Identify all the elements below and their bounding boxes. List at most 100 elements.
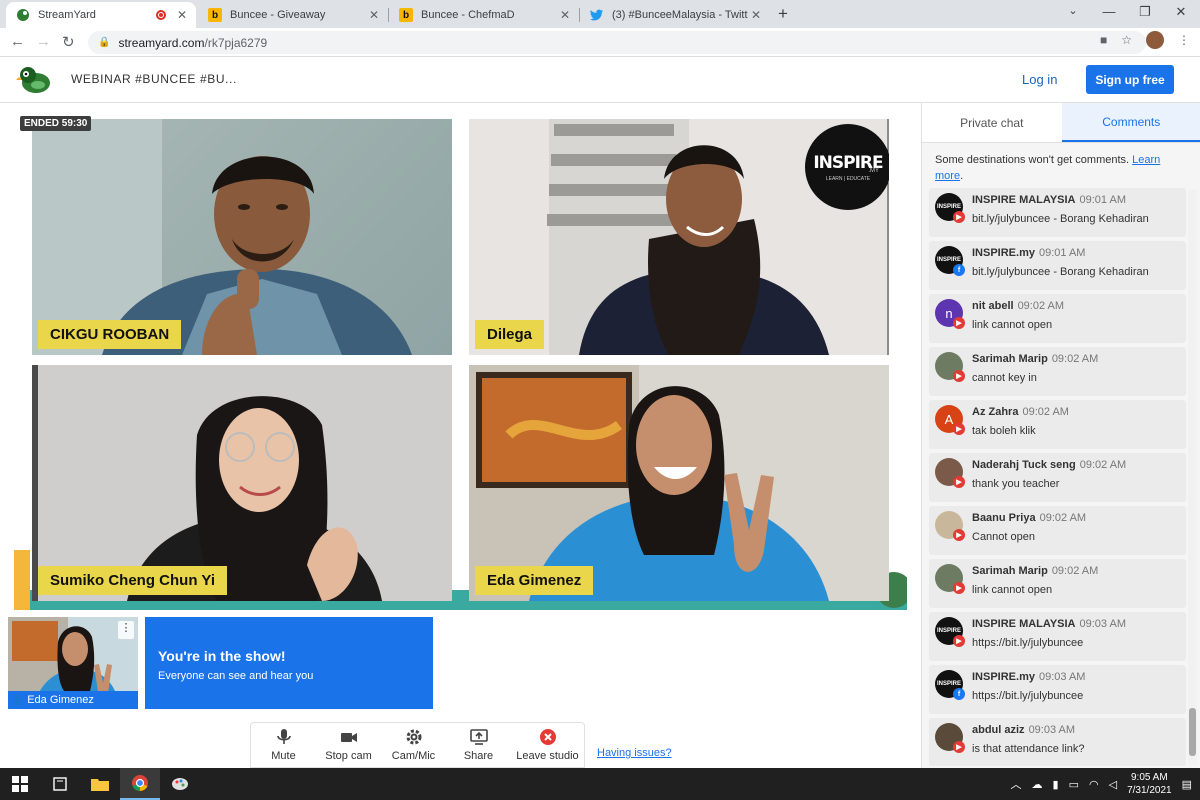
close-icon[interactable]: ✕ xyxy=(557,8,573,22)
system-clock[interactable]: 9:05 AM 7/31/2021 xyxy=(1127,771,1172,797)
comments-notice: Some destinations won't get comments. Le… xyxy=(935,152,1180,184)
comment-header: nit abell 09:02 AM xyxy=(972,300,1064,312)
file-explorer-icon[interactable] xyxy=(80,768,120,800)
tab-private-chat[interactable]: Private chat xyxy=(922,103,1062,142)
login-link[interactable]: Log in xyxy=(1022,72,1057,87)
browser-tab-twitter[interactable]: (3) #BunceeMalaysia - Twitter Se ✕ xyxy=(580,2,770,28)
new-tab-icon[interactable]: + xyxy=(778,4,788,24)
scrollbar-thumb[interactable] xyxy=(1189,708,1196,756)
ended-timer-badge: ENDED 59:30 xyxy=(20,116,92,131)
video-tile-dilega[interactable]: INSPIRE LEARN | EDUCATE .MY Dilega xyxy=(469,119,889,355)
leave-studio-button[interactable]: Leave studio xyxy=(512,728,584,762)
comment-author: nit abell xyxy=(972,300,1014,312)
tab-label: Buncee - ChefmaD xyxy=(421,9,515,21)
windows-start-icon[interactable] xyxy=(0,768,40,800)
tab-search-icon[interactable]: ⌄ xyxy=(1058,4,1088,17)
chrome-icon[interactable] xyxy=(120,768,160,800)
profile-avatar[interactable] xyxy=(1146,31,1164,49)
comment-header: Naderahj Tuck seng 09:02 AM xyxy=(972,459,1126,471)
comment-text: link cannot open xyxy=(972,584,1053,596)
comment-time: 09:02 AM xyxy=(1022,406,1069,418)
comment-author: Sarimah Marip xyxy=(972,353,1048,365)
comment-time: 09:03 AM xyxy=(1028,724,1076,736)
share-button[interactable]: Share xyxy=(447,728,511,762)
battery-icon[interactable]: ▭ xyxy=(1069,778,1079,791)
video-tile-eda[interactable]: Eda Gimenez xyxy=(469,365,889,601)
comment-text: link cannot open xyxy=(972,319,1053,331)
comment-author: Az Zahra xyxy=(972,406,1019,418)
chat-panel: Private chat Comments Some destinations … xyxy=(921,103,1200,768)
self-view-tile[interactable]: ⋮ 👤 Eda Gimenez xyxy=(8,617,138,709)
comment-item: A ▶ Az Zahra 09:02 AM tak boleh klik xyxy=(929,400,1186,449)
comment-time: 09:01 AM xyxy=(1079,194,1126,206)
browser-tab-buncee-chefmad[interactable]: b Buncee - ChefmaD ✕ xyxy=(389,2,579,28)
mute-button[interactable]: Mute xyxy=(252,728,316,762)
tab-comments[interactable]: Comments xyxy=(1061,103,1200,142)
youtube-icon: ▶ xyxy=(953,317,965,329)
close-icon[interactable]: ✕ xyxy=(174,8,190,22)
close-icon[interactable]: ✕ xyxy=(748,8,764,22)
camera-icon[interactable]: ■ xyxy=(1100,33,1107,47)
comment-time: 09:02 AM xyxy=(1039,512,1087,524)
comment-item: ▶ Sarimah Marip 09:02 AM link cannot open xyxy=(929,559,1186,608)
cam-mic-settings-button[interactable]: Cam/Mic xyxy=(382,728,446,762)
share-label: Share xyxy=(463,750,494,762)
tab-label: StreamYard xyxy=(38,9,96,21)
comment-header: Az Zahra 09:02 AM xyxy=(972,406,1069,418)
usb-icon[interactable]: ▮ xyxy=(1053,778,1059,791)
in-show-subtitle: Everyone can see and hear you xyxy=(158,670,314,682)
video-tile-cikgu-rooban[interactable]: CIKGU ROOBAN xyxy=(32,119,452,355)
recording-icon xyxy=(156,10,166,20)
comment-header: INSPIRE.my 09:01 AM xyxy=(972,247,1085,259)
comments-scrollbar[interactable] xyxy=(1188,190,1197,765)
close-icon[interactable]: ✕ xyxy=(366,8,382,22)
comment-time: 09:03 AM xyxy=(1079,618,1126,630)
comment-item: ▶ Baanu Priya 09:02 AM Cannot open xyxy=(929,506,1186,555)
comment-time: 09:02 AM xyxy=(1051,565,1099,577)
inspire-logo-sub: LEARN | EDUCATE xyxy=(825,175,871,182)
clock-time: 9:05 AM xyxy=(1130,772,1168,783)
buncee-icon: b xyxy=(399,8,413,22)
menu-icon[interactable]: ⋮ xyxy=(1178,33,1190,47)
system-tray: ︿ ☁ ▮ ▭ ◠ ◁ 9:05 AM 7/31/2021 ▤ xyxy=(1011,768,1192,800)
youtube-icon: ▶ xyxy=(953,211,965,223)
comment-text: cannot key in xyxy=(972,372,1037,384)
youtube-icon: ▶ xyxy=(953,370,965,382)
comment-text: bit.ly/julybuncee - Borang Kehadiran xyxy=(972,266,1149,278)
buncee-icon: b xyxy=(208,8,222,22)
browser-tab-buncee-giveaway[interactable]: b Buncee - Giveaway ✕ xyxy=(198,2,388,28)
comment-time: 09:02 AM xyxy=(1051,353,1099,365)
window-close-icon[interactable]: ✕ xyxy=(1166,4,1196,20)
volume-icon[interactable]: ◁ xyxy=(1109,778,1117,791)
browser-tab-streamyard[interactable]: StreamYard ✕ xyxy=(6,2,196,28)
forward-icon[interactable]: → xyxy=(36,33,51,50)
having-issues-link[interactable]: Having issues? xyxy=(597,747,672,759)
self-view-name-bar: 👤 Eda Gimenez xyxy=(8,691,138,709)
task-view-icon[interactable] xyxy=(40,768,80,800)
notifications-icon[interactable]: ▤ xyxy=(1182,778,1192,791)
paint-app-icon[interactable] xyxy=(160,768,200,800)
back-icon[interactable]: ← xyxy=(10,33,25,50)
video-tile-sumiko[interactable]: Sumiko Cheng Chun Yi xyxy=(32,365,452,601)
self-view-menu-icon[interactable]: ⋮ xyxy=(118,621,134,639)
site-header: WEBINAR #BUNCEE #BU... Log in Sign up fr… xyxy=(0,57,1200,103)
stop-cam-button[interactable]: Stop cam xyxy=(317,728,381,762)
star-icon[interactable]: ☆ xyxy=(1121,33,1132,47)
url-field[interactable]: 🔒 streamyard.com/rk7pja6279 xyxy=(88,31,1146,54)
reload-icon[interactable]: ↻ xyxy=(62,33,75,51)
signup-button[interactable]: Sign up free xyxy=(1086,65,1174,94)
chevron-up-icon[interactable]: ︿ xyxy=(1011,776,1022,792)
onedrive-icon[interactable]: ☁ xyxy=(1032,778,1043,791)
webinar-title: WEBINAR #BUNCEE #BU... xyxy=(71,72,237,86)
streamyard-logo[interactable] xyxy=(16,63,52,95)
maximize-icon[interactable]: ❐ xyxy=(1130,4,1160,20)
comment-author: INSPIRE MALAYSIA xyxy=(972,194,1076,206)
minimize-icon[interactable]: — xyxy=(1094,4,1124,19)
tab-label: (3) #BunceeMalaysia - Twitter Se xyxy=(612,9,748,21)
comments-notice-text: Some destinations won't get comments. xyxy=(935,154,1130,166)
youtube-icon: ▶ xyxy=(953,529,965,541)
comment-author: INSPIRE.my xyxy=(972,671,1035,683)
wifi-icon[interactable]: ◠ xyxy=(1089,778,1099,791)
close-circle-icon xyxy=(539,729,556,745)
address-bar: ← → ↻ 🔒 streamyard.com/rk7pja6279 ■ ☆ ⋮ xyxy=(0,28,1200,57)
